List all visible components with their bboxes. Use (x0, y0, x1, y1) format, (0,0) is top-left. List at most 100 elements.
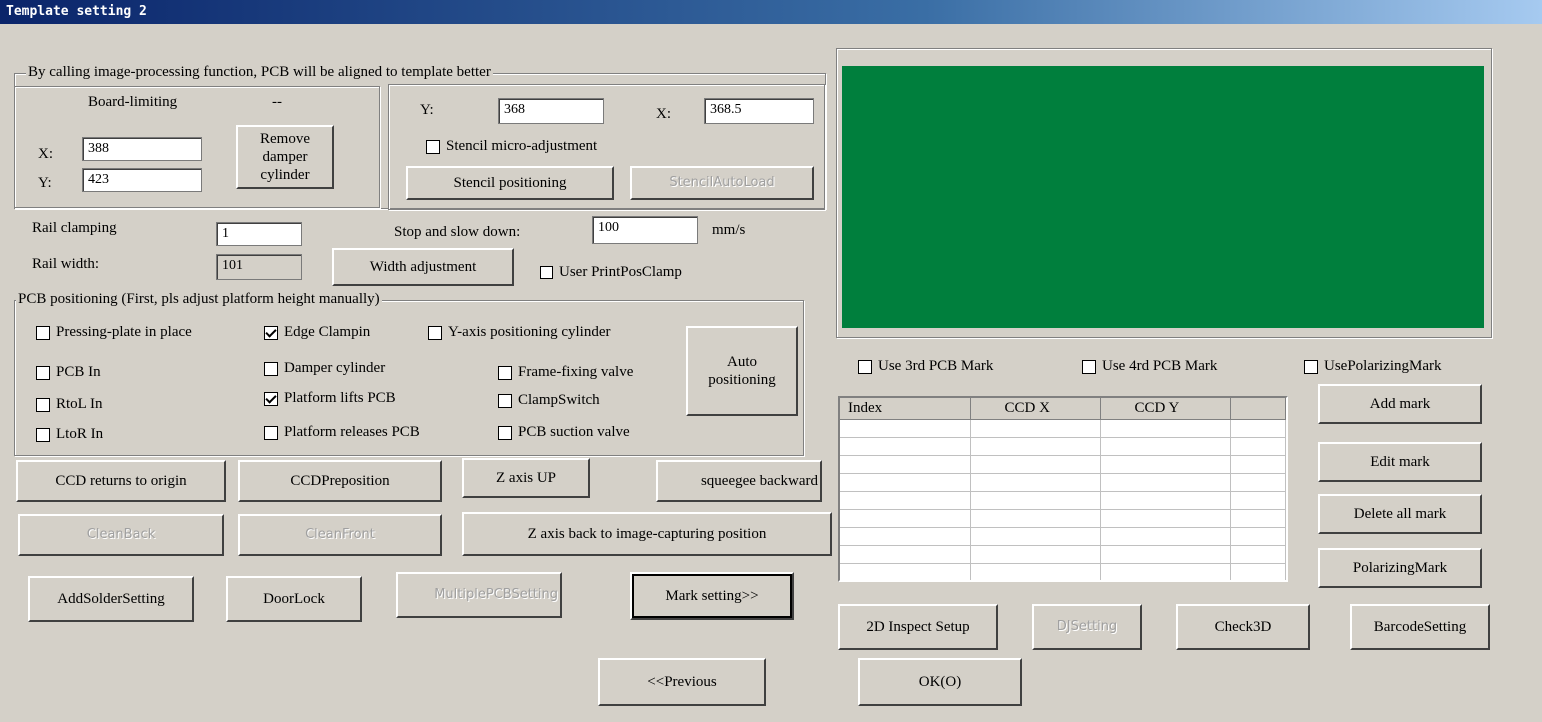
col-ccd-y[interactable]: CCD Y (1100, 398, 1231, 420)
checkbox-box (540, 266, 553, 279)
use-polarizing-mark-checkbox[interactable]: UsePolarizingMark (1304, 358, 1441, 375)
platform-lifts-checkbox[interactable]: Platform lifts PCB (264, 390, 396, 407)
stencil-y-input[interactable]: 368 (498, 98, 604, 124)
rail-width-label: Rail width: (32, 256, 100, 272)
rail-clamping-label: Rail clamping (32, 220, 117, 236)
check-3d-button[interactable]: Check3D (1176, 604, 1310, 650)
checkbox-label: LtoR In (56, 426, 104, 442)
checkbox-box (498, 393, 512, 408)
table-row[interactable] (840, 419, 1286, 438)
clean-front-button[interactable]: CleanFront (238, 514, 442, 556)
checkbox-box (36, 325, 50, 340)
stencil-y-label: Y: (420, 102, 434, 118)
checkbox-label: Edge Clampin (284, 324, 371, 340)
add-mark-button[interactable]: Add mark (1318, 384, 1482, 424)
y-input[interactable]: 423 (82, 168, 202, 192)
checkbox-box (36, 427, 50, 442)
checkbox-box (264, 391, 278, 406)
x-input[interactable]: 388 (82, 137, 202, 161)
checkbox-box (36, 365, 50, 380)
pressing-plate-checkbox[interactable]: Pressing-plate in place (36, 324, 192, 341)
checkbox-label: Pressing-plate in place (56, 324, 192, 340)
ltor-in-checkbox[interactable]: LtoR In (36, 426, 103, 443)
align-group-title: By calling image-processing function, PC… (26, 64, 493, 81)
stencil-positioning-button[interactable]: Stencil positioning (406, 166, 614, 200)
width-adjustment-button[interactable]: Width adjustment (332, 248, 514, 286)
ccd-preposition-button[interactable]: CCDPreposition (238, 460, 442, 502)
dj-setting-button[interactable]: DJSetting (1032, 604, 1142, 650)
checkbox-label: ClampSwitch (518, 392, 600, 408)
pcb-in-checkbox[interactable]: PCB In (36, 364, 101, 381)
z-axis-up-button[interactable]: Z axis UP (462, 458, 590, 498)
multiple-pcb-setting-button[interactable]: MultiplePCBSetting (396, 572, 562, 618)
frame-fixing-valve-checkbox[interactable]: Frame-fixing valve (498, 364, 633, 381)
checkbox-label: UsePolarizingMark (1324, 358, 1442, 374)
user-printposclamp-checkbox[interactable]: User PrintPosClamp (540, 264, 682, 281)
checkbox-label: RtoL In (56, 396, 103, 412)
checkbox-box (264, 325, 278, 340)
table-row[interactable] (840, 491, 1286, 510)
stencil-x-input[interactable]: 368.5 (704, 98, 814, 124)
table-row[interactable] (840, 455, 1286, 474)
col-index[interactable]: Index (840, 398, 971, 420)
rail-clamping-input[interactable]: 1 (216, 222, 302, 246)
stencil-micro-adjust-checkbox[interactable]: Stencil micro-adjustment (426, 138, 597, 155)
rail-width-input[interactable]: 101 (216, 254, 302, 280)
inspect-2d-setup-button[interactable]: 2D Inspect Setup (838, 604, 998, 650)
pcb-positioning-title: PCB positioning (First, pls adjust platf… (16, 291, 382, 308)
edit-mark-button[interactable]: Edit mark (1318, 442, 1482, 482)
checkbox-label: Platform lifts PCB (284, 390, 396, 406)
use-4th-mark-checkbox[interactable]: Use 4rd PCB Mark (1082, 358, 1217, 375)
col-ccd-x[interactable]: CCD X (970, 398, 1101, 420)
z-axis-back-button[interactable]: Z axis back to image-capturing position (462, 512, 832, 556)
damper-cylinder-checkbox[interactable]: Damper cylinder (264, 360, 385, 377)
auto-positioning-button[interactable]: Auto positioning (686, 326, 798, 416)
board-limiting-value: -- (272, 94, 282, 110)
checkbox-label: Use 4rd PCB Mark (1102, 358, 1218, 374)
platform-releases-checkbox[interactable]: Platform releases PCB (264, 424, 420, 441)
mark-setting-button[interactable]: Mark setting>> (630, 572, 794, 620)
barcode-setting-button[interactable]: BarcodeSetting (1350, 604, 1490, 650)
y-axis-positioning-checkbox[interactable]: Y-axis positioning cylinder (428, 324, 610, 341)
checkbox-label: Use 3rd PCB Mark (878, 358, 994, 374)
mark-table-container[interactable]: Index CCD X CCD Y (838, 396, 1288, 582)
table-row[interactable] (840, 527, 1286, 546)
door-lock-button[interactable]: DoorLock (226, 576, 362, 622)
mark-table-header: Index CCD X CCD Y (840, 398, 1286, 420)
table-row[interactable] (840, 473, 1286, 492)
mark-table[interactable]: Index CCD X CCD Y (840, 398, 1286, 580)
delete-all-mark-button[interactable]: Delete all mark (1318, 494, 1482, 534)
previous-button[interactable]: <<Previous (598, 658, 766, 706)
y-label: Y: (38, 175, 52, 191)
pcb-suction-valve-checkbox[interactable]: PCB suction valve (498, 424, 630, 441)
ok-button[interactable]: OK(O) (858, 658, 1022, 706)
stop-slow-label: Stop and slow down: (394, 224, 521, 240)
checkbox-box (264, 361, 278, 376)
clampswitch-checkbox[interactable]: ClampSwitch (498, 392, 600, 409)
ccd-origin-button[interactable]: CCD returns to origin (16, 460, 226, 502)
table-row[interactable] (840, 545, 1286, 564)
clean-back-button[interactable]: CleanBack (18, 514, 224, 556)
checkbox-box (1304, 359, 1318, 374)
checkbox-box (858, 359, 872, 374)
table-row[interactable] (840, 563, 1286, 580)
polarizing-mark-button[interactable]: PolarizingMark (1318, 548, 1482, 588)
edge-clampin-checkbox[interactable]: Edge Clampin (264, 324, 370, 341)
use-3rd-mark-checkbox[interactable]: Use 3rd PCB Mark (858, 358, 993, 375)
remove-damper-button[interactable]: Remove damper cylinder (236, 125, 334, 189)
col-extra[interactable] (1230, 398, 1286, 420)
squeegee-backward-button[interactable]: squeegee backward (656, 460, 822, 502)
checkbox-label: Y-axis positioning cylinder (448, 324, 611, 340)
checkbox-box (264, 425, 278, 440)
rtol-in-checkbox[interactable]: RtoL In (36, 396, 103, 413)
stop-slow-input[interactable]: 100 (592, 216, 698, 244)
add-solder-setting-button[interactable]: AddSolderSetting (28, 576, 194, 622)
stencil-micro-adjust-label: Stencil micro-adjustment (446, 138, 598, 154)
table-row[interactable] (840, 509, 1286, 528)
checkbox-box (1082, 359, 1096, 374)
stencil-x-label: X: (656, 106, 671, 122)
checkbox-label: Platform releases PCB (284, 424, 420, 440)
checkbox-box (498, 365, 512, 380)
stencil-autoload-button[interactable]: StencilAutoLoad (630, 166, 814, 200)
table-row[interactable] (840, 437, 1286, 456)
